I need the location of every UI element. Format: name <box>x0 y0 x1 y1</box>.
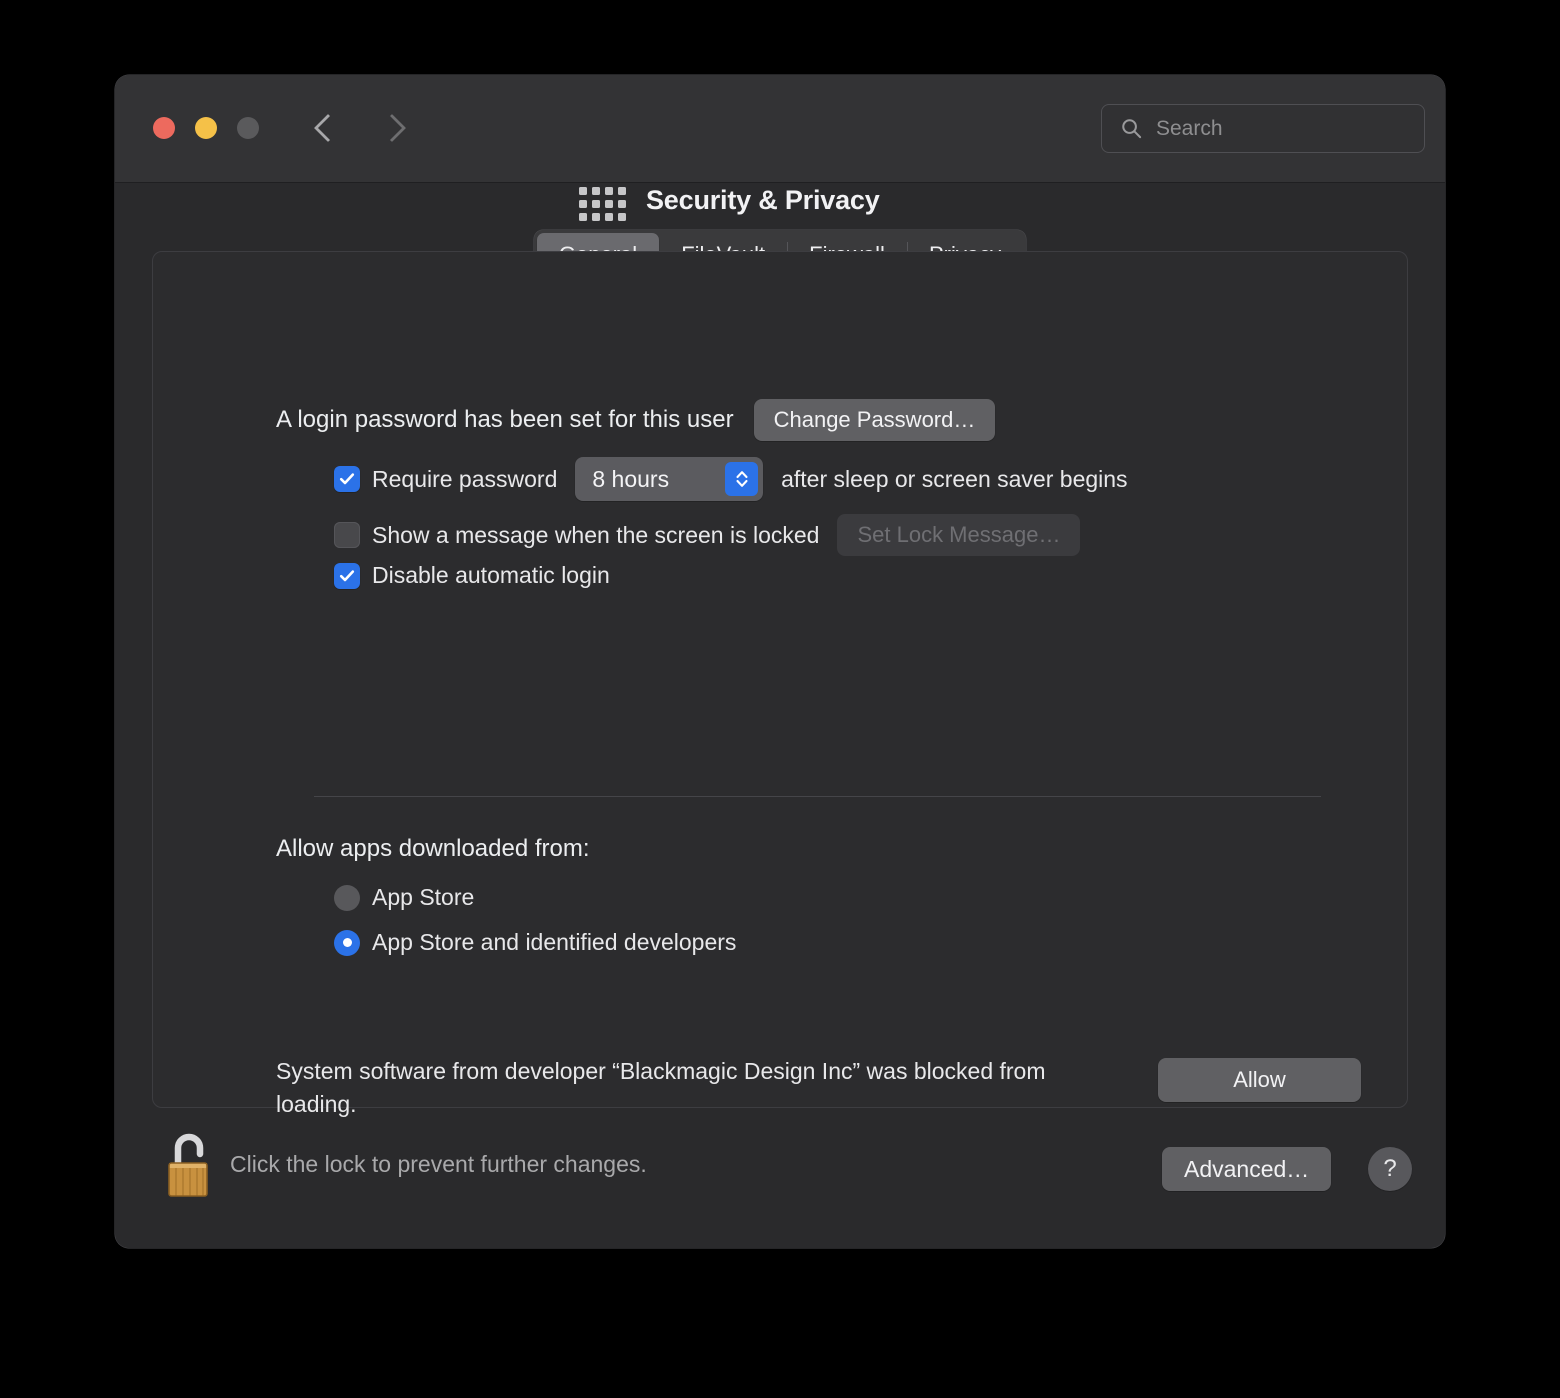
unlocked-padlock-icon[interactable] <box>162 1130 218 1202</box>
set-lock-message-button: Set Lock Message… <box>837 514 1081 556</box>
window-titlebar: Security & Privacy Search <box>115 75 1445 221</box>
disable-auto-login-checkbox[interactable] <box>334 562 360 589</box>
app-store-radio[interactable] <box>334 884 360 911</box>
close-window-button[interactable] <box>153 117 175 139</box>
search-placeholder: Search <box>1156 116 1223 140</box>
blocked-software-notice: System software from developer “Blackmag… <box>276 1058 1046 1117</box>
show-lock-message-checkbox[interactable] <box>334 522 360 548</box>
require-password-label: Require password <box>372 465 558 492</box>
general-settings-panel: A login password has been set for this u… <box>152 251 1408 1117</box>
zoom-window-button <box>237 117 259 139</box>
page-title: Security & Privacy <box>646 185 880 215</box>
search-icon <box>1122 119 1142 139</box>
show-lock-message-label: Show a message when the screen is locked <box>372 521 820 548</box>
app-store-identified-developers-radio[interactable] <box>334 929 360 956</box>
allow-blocked-software-button[interactable]: Allow <box>1158 1058 1361 1102</box>
require-password-interval-value: 8 hours <box>592 465 670 492</box>
search-field[interactable]: Search <box>1101 104 1425 153</box>
section-divider <box>314 796 1321 797</box>
login-password-row: A login password has been set for this u… <box>276 399 996 441</box>
stepper-arrows-icon[interactable] <box>725 462 759 496</box>
allow-apps-heading: Allow apps downloaded from: <box>276 835 590 862</box>
require-password-interval-select[interactable]: 8 hours <box>575 457 764 501</box>
advanced-button[interactable]: Advanced… <box>1162 1147 1332 1191</box>
help-button[interactable]: ? <box>1368 1147 1412 1191</box>
navigation-buttons <box>313 111 403 145</box>
disable-auto-login-row: Disable automatic login <box>334 562 610 589</box>
system-preferences-window: Security & Privacy Search General FileVa… <box>115 75 1445 1248</box>
forward-chevron-icon[interactable] <box>381 111 403 145</box>
require-password-suffix: after sleep or screen saver begins <box>781 465 1128 492</box>
require-password-checkbox[interactable] <box>334 466 360 492</box>
show-lock-message-row: Show a message when the screen is locked… <box>334 514 1081 556</box>
chevron-up-down-icon <box>736 471 748 487</box>
disable-auto-login-label: Disable automatic login <box>372 562 610 588</box>
traffic-light-buttons <box>153 117 259 139</box>
checkmark-icon <box>339 569 355 581</box>
lock-hint-text: Click the lock to prevent further change… <box>230 1151 647 1177</box>
allow-apps-heading-row: Allow apps downloaded from: <box>276 835 590 863</box>
checkmark-icon <box>339 473 355 485</box>
change-password-button[interactable]: Change Password… <box>753 399 996 441</box>
app-store-radio-label: App Store <box>372 884 475 910</box>
radio-row-app-store-identified-developers[interactable]: App Store and identified developers <box>334 929 736 956</box>
radio-row-app-store[interactable]: App Store <box>334 884 474 911</box>
require-password-row: Require password 8 hours after sleep or … <box>334 457 1128 501</box>
back-chevron-icon[interactable] <box>313 111 335 145</box>
show-all-grid-icon[interactable] <box>579 187 626 221</box>
window-footer: Click the lock to prevent further change… <box>115 1117 1445 1237</box>
app-store-identified-developers-radio-label: App Store and identified developers <box>372 929 737 955</box>
login-password-status: A login password has been set for this u… <box>276 406 734 433</box>
minimize-window-button[interactable] <box>195 117 217 139</box>
